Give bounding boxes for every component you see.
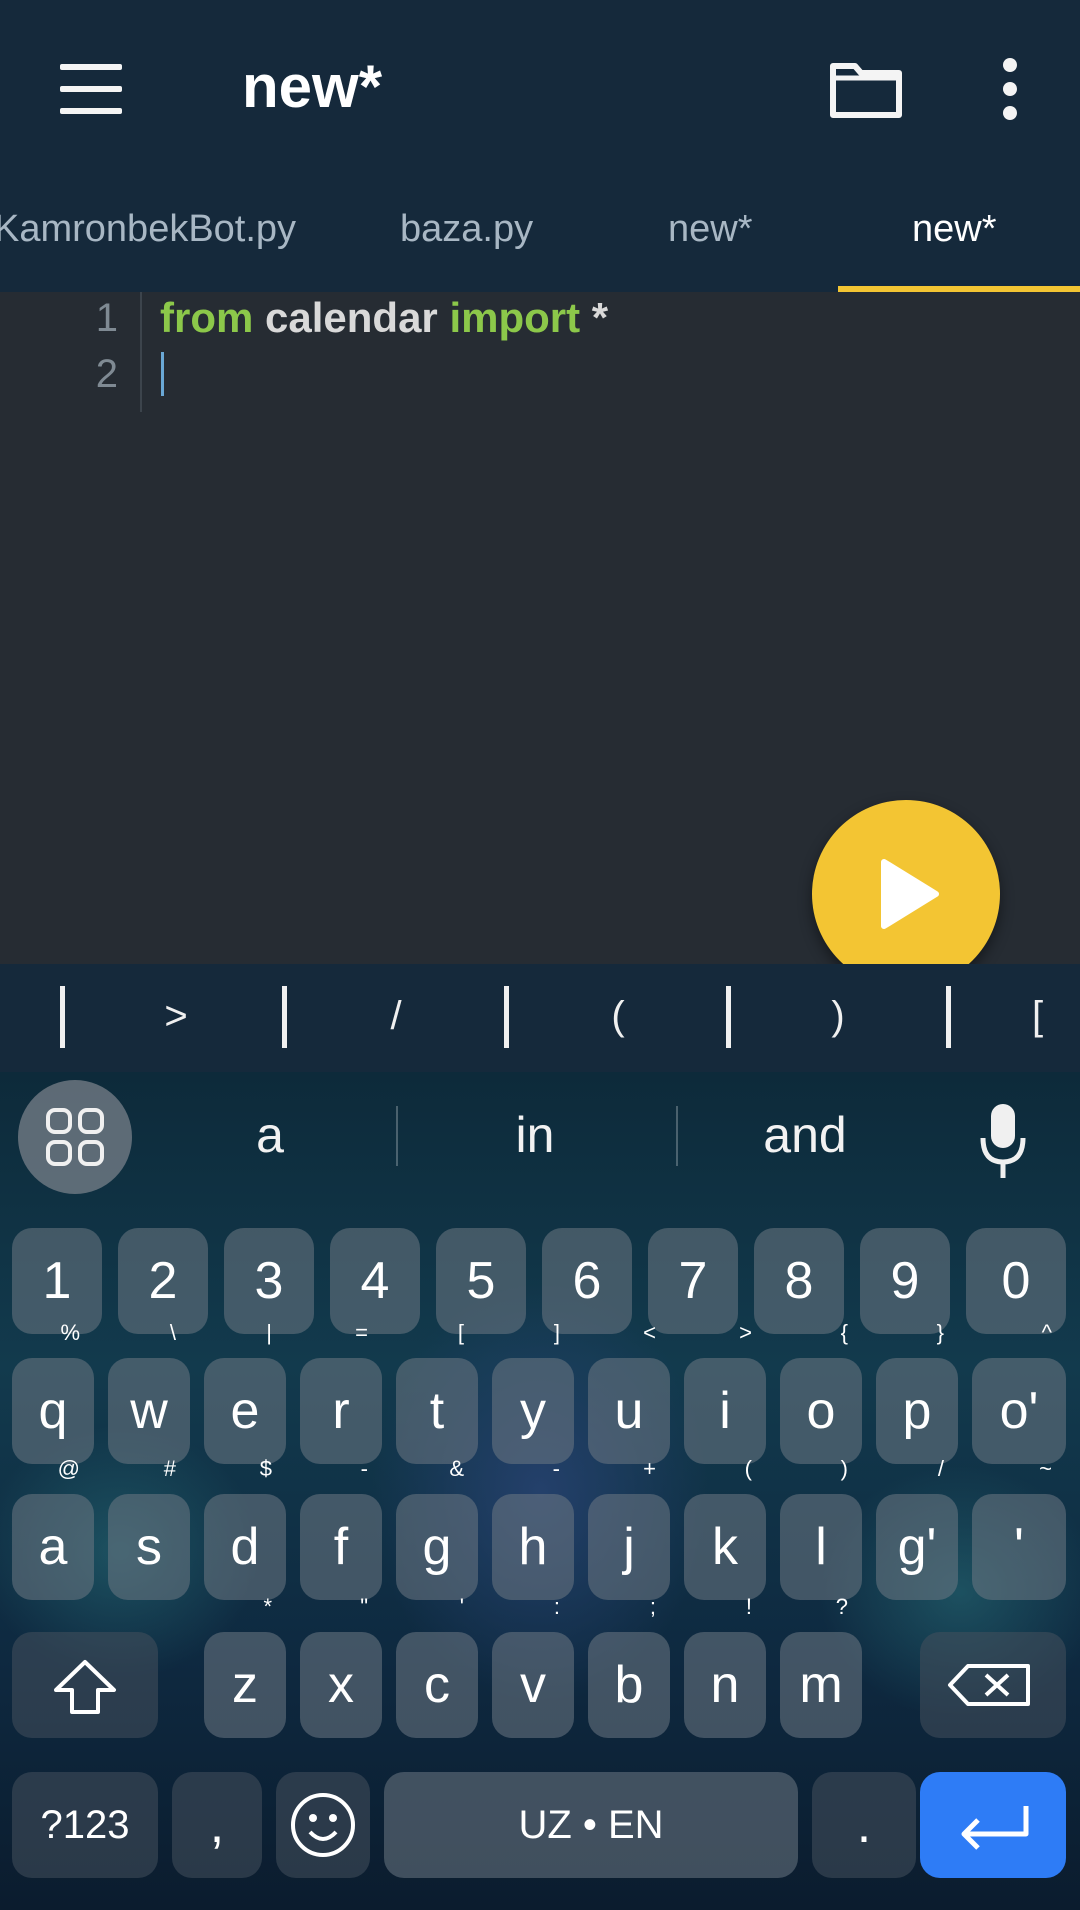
menu-icon[interactable] — [58, 62, 128, 116]
tab-baza[interactable]: baza.py — [400, 208, 533, 292]
key-8[interactable]: 8 — [754, 1228, 844, 1334]
key-j[interactable]: j + — [588, 1456, 670, 1600]
suggestion[interactable]: in — [460, 1106, 610, 1164]
code-wildcard: * — [591, 294, 609, 341]
key-i[interactable]: i > — [684, 1320, 766, 1464]
key-r[interactable]: r = — [300, 1320, 382, 1464]
key-3[interactable]: 3 — [224, 1228, 314, 1334]
key-x[interactable]: x " — [300, 1594, 382, 1738]
file-title: new* — [242, 53, 383, 120]
key-o-apostrophe[interactable]: o' ^ — [972, 1320, 1066, 1464]
tab-new-1[interactable]: new* — [668, 208, 753, 292]
key-7[interactable]: 7 — [648, 1228, 738, 1334]
folder-icon[interactable] — [828, 58, 904, 120]
apps-grid-icon[interactable] — [18, 1080, 132, 1194]
key-v[interactable]: v: — [492, 1594, 574, 1738]
backspace-key[interactable] — [920, 1632, 1066, 1738]
key-9[interactable]: 9 — [860, 1228, 950, 1334]
emoji-key[interactable] — [276, 1772, 370, 1878]
symbol-key[interactable]: ( — [588, 994, 648, 1039]
key-k[interactable]: k( — [684, 1456, 766, 1600]
microphone-icon[interactable] — [980, 1102, 1026, 1182]
code-keyword: from — [160, 294, 254, 341]
run-button[interactable] — [812, 800, 1000, 988]
key-2[interactable]: 2 — [118, 1228, 208, 1334]
file-tabs: KamronbekBot.py baza.py new* new* — [0, 180, 1080, 292]
symbol-key[interactable]: / — [366, 994, 426, 1039]
key-q[interactable]: q% — [12, 1320, 94, 1464]
symbol-separator — [946, 986, 951, 1048]
soft-keyboard: a in and 1 2 3 4 5 6 7 8 9 0 q% w \ e | r =… — [0, 1072, 1080, 1910]
key-n[interactable]: n! — [684, 1594, 766, 1738]
app-bar: new* — [0, 0, 1080, 180]
comma-key[interactable]: , — [172, 1772, 262, 1878]
gutter-divider — [140, 292, 142, 412]
key-1[interactable]: 1 — [12, 1228, 102, 1334]
emoji-icon — [291, 1793, 355, 1857]
key-f[interactable]: f- — [300, 1456, 382, 1600]
play-icon — [881, 859, 939, 929]
key-m[interactable]: m? — [780, 1594, 862, 1738]
space-key[interactable]: UZ • EN — [384, 1772, 798, 1878]
key-a[interactable]: a @ — [12, 1456, 94, 1600]
key-w[interactable]: w \ — [108, 1320, 190, 1464]
key-s[interactable]: s # — [108, 1456, 190, 1600]
key-6[interactable]: 6 — [542, 1228, 632, 1334]
symbols-key[interactable]: ?123 — [12, 1772, 158, 1878]
key-c[interactable]: c ' — [396, 1594, 478, 1738]
key-4[interactable]: 4 — [330, 1228, 420, 1334]
key-g[interactable]: g & — [396, 1456, 478, 1600]
key-y[interactable]: y] — [492, 1320, 574, 1464]
code-line: from calendar import * — [160, 294, 608, 342]
symbol-key[interactable]: [ — [1032, 994, 1072, 1039]
period-key[interactable]: . — [812, 1772, 916, 1878]
suggestion[interactable]: and — [730, 1106, 880, 1164]
symbol-key[interactable]: > — [146, 994, 206, 1039]
key-o[interactable]: o{ — [780, 1320, 862, 1464]
symbol-separator — [282, 986, 287, 1048]
shift-key[interactable] — [12, 1632, 158, 1738]
key-g-apostrophe[interactable]: g' / — [876, 1456, 958, 1600]
symbol-bar: > / ( ) [ — [0, 964, 1080, 1072]
key-apostrophe[interactable]: ' ~ — [972, 1456, 1066, 1600]
suggestion[interactable]: a — [200, 1106, 340, 1164]
text-cursor — [161, 352, 164, 396]
suggestion-strip: a in and — [0, 1072, 1080, 1202]
key-u[interactable]: u < — [588, 1320, 670, 1464]
suggestion-divider — [676, 1106, 678, 1166]
enter-key[interactable] — [920, 1772, 1066, 1878]
line-number: 2 — [95, 352, 118, 396]
tab-kamronbekbot[interactable]: KamronbekBot.py — [0, 208, 296, 292]
suggestion-divider — [396, 1106, 398, 1166]
key-5[interactable]: 5 — [436, 1228, 526, 1334]
key-h[interactable]: h- — [492, 1456, 574, 1600]
code-keyword: import — [449, 294, 581, 341]
more-options-icon[interactable] — [996, 58, 1024, 122]
key-p[interactable]: p} — [876, 1320, 958, 1464]
enter-icon — [961, 1806, 1029, 1850]
key-e[interactable]: e | — [204, 1320, 286, 1464]
key-d[interactable]: d $ — [204, 1456, 286, 1600]
tab-new-2[interactable]: new* — [912, 208, 997, 292]
backspace-icon — [948, 1664, 1030, 1706]
key-0[interactable]: 0 — [966, 1228, 1066, 1334]
shift-icon — [54, 1660, 116, 1714]
symbol-separator — [60, 986, 65, 1048]
code-module: calendar — [265, 294, 438, 341]
key-b[interactable]: b; — [588, 1594, 670, 1738]
key-z[interactable]: z * — [204, 1594, 286, 1738]
symbol-separator — [726, 986, 731, 1048]
symbol-key[interactable]: ) — [808, 994, 868, 1039]
key-t[interactable]: t[ — [396, 1320, 478, 1464]
symbol-separator — [504, 986, 509, 1048]
line-number: 1 — [95, 296, 118, 340]
key-l[interactable]: l) — [780, 1456, 862, 1600]
